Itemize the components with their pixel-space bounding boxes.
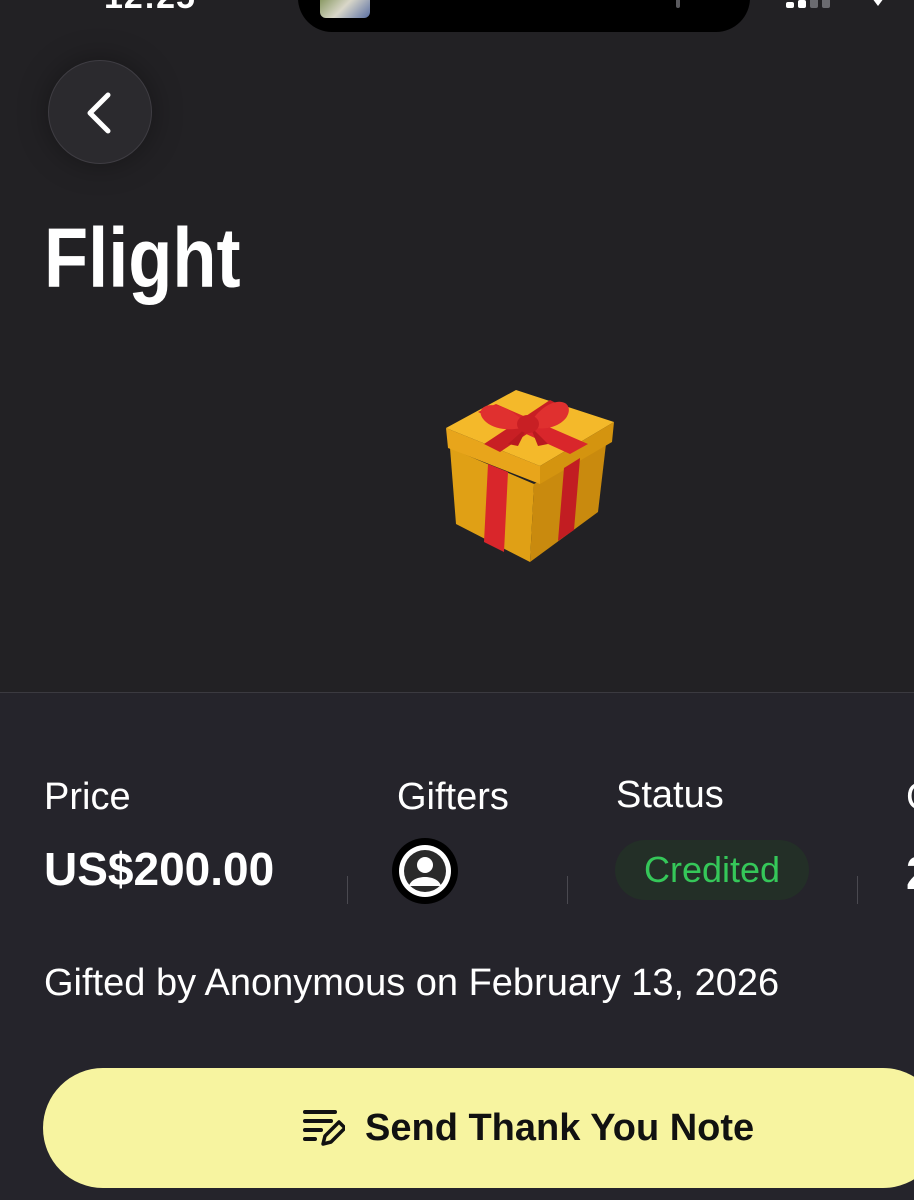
fourth-column-value: 2 [906, 846, 914, 892]
column-separator [347, 876, 348, 904]
note-pen-icon [303, 1110, 345, 1146]
page-title: Flight [44, 211, 241, 305]
price-label: Price [44, 776, 131, 818]
status-bar-time: 12:25 [104, 0, 196, 17]
gift-icon [446, 390, 614, 562]
person-icon [399, 845, 451, 897]
gifted-by-text: Gifted by Anonymous on February 13, 2026 [44, 962, 780, 1004]
column-separator [857, 876, 858, 904]
send-thank-you-note-label: Send Thank You Note [365, 1107, 755, 1149]
status-label: Status [616, 774, 724, 816]
wifi-icon [873, 0, 883, 6]
cellular-signal-icon [786, 0, 846, 8]
gifters-label: Gifters [397, 776, 509, 818]
send-thank-you-note-button[interactable]: Send Thank You Note [43, 1068, 914, 1188]
dynamic-island [298, 0, 750, 32]
island-indicator [676, 0, 680, 8]
status-badge: Credited [615, 840, 809, 900]
back-button[interactable] [48, 60, 152, 164]
price-value: US$200.00 [44, 843, 275, 895]
chevron-left-icon [87, 92, 111, 134]
gifter-avatar[interactable] [392, 838, 458, 904]
fourth-column-label: C [906, 776, 914, 816]
now-playing-thumbnail [320, 0, 370, 18]
column-separator [567, 876, 568, 904]
